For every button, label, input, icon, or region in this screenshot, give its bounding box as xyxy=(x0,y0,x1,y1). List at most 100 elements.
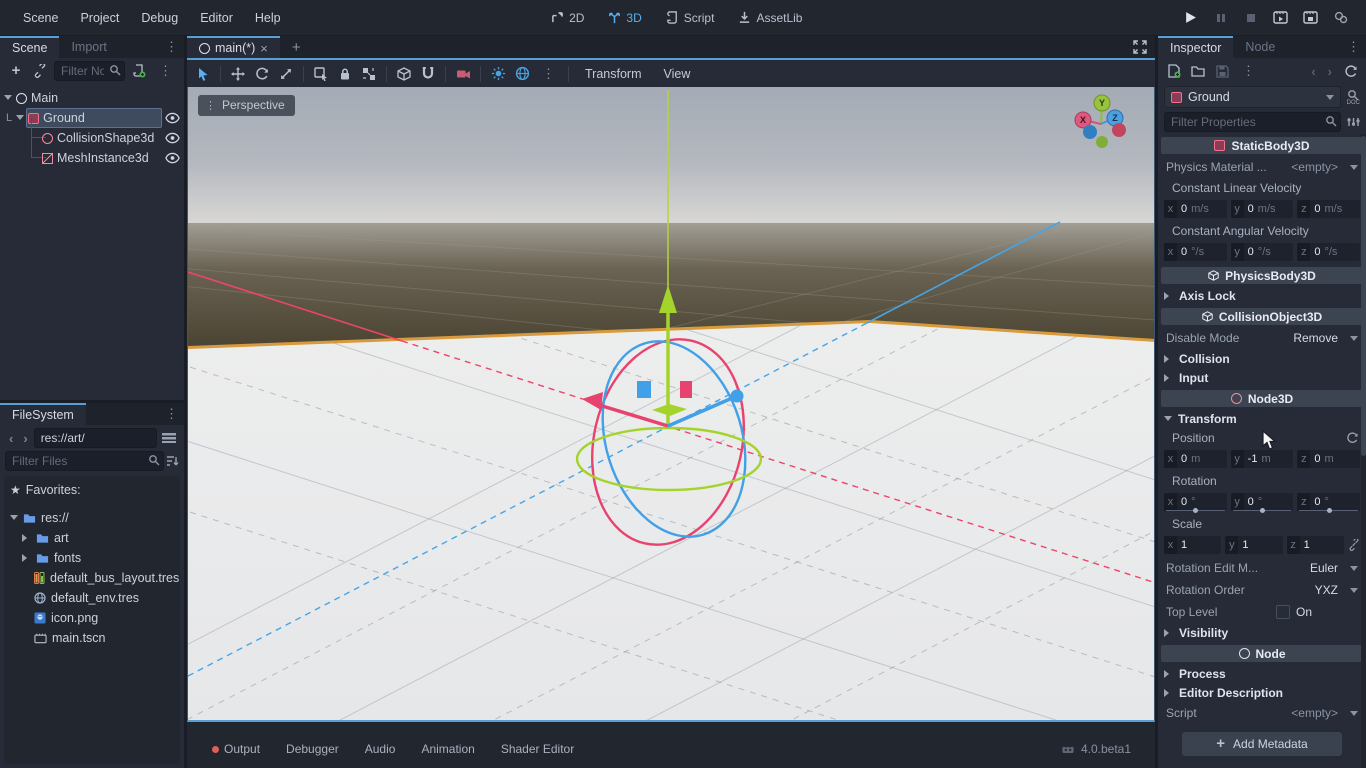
position-x-field[interactable]: x0m xyxy=(1164,450,1227,468)
property-top-level[interactable]: Top Level On xyxy=(1158,601,1366,623)
file-row-icon-png[interactable]: icon.png xyxy=(4,608,180,628)
snap-icon[interactable] xyxy=(418,64,438,84)
tab-inspector[interactable]: Inspector xyxy=(1158,36,1233,58)
menu-help[interactable]: Help xyxy=(244,11,292,25)
scale-z-field[interactable]: z1 xyxy=(1287,536,1344,554)
transform-menu[interactable]: Transform xyxy=(576,67,651,81)
object-selector[interactable]: Ground xyxy=(1164,86,1341,108)
scene-tree-menu-icon[interactable] xyxy=(153,63,178,79)
fold-transform-open[interactable]: Transform xyxy=(1158,409,1366,428)
select-tool-icon[interactable] xyxy=(193,64,213,84)
menu-debug[interactable]: Debug xyxy=(130,11,189,25)
tab-node[interactable]: Node xyxy=(1233,36,1287,58)
animation-button[interactable]: Animation xyxy=(408,742,487,756)
fold-axis-lock[interactable]: Axis Lock xyxy=(1158,286,1366,305)
cav-y-field[interactable]: y0°/s xyxy=(1231,243,1294,261)
position-z-field[interactable]: z0m xyxy=(1297,450,1360,468)
collapse-icon[interactable] xyxy=(4,95,12,104)
add-metadata-button[interactable]: + Add Metadata xyxy=(1182,732,1342,756)
property-disable-mode[interactable]: Disable Mode Remove xyxy=(1158,327,1366,349)
top-level-checkbox[interactable] xyxy=(1276,605,1290,619)
file-row-main-tscn[interactable]: main.tscn xyxy=(4,628,180,648)
pause-button[interactable] xyxy=(1212,9,1230,27)
property-tools-icon[interactable] xyxy=(1347,116,1360,128)
history-icon[interactable] xyxy=(1340,61,1360,81)
tab-main-scene[interactable]: main(*) × xyxy=(187,36,280,58)
load-resource-icon[interactable] xyxy=(1188,61,1208,81)
axis-navigation-gizmo[interactable]: Y X Z xyxy=(1056,93,1146,167)
fold-visibility[interactable]: Visibility xyxy=(1158,623,1366,642)
camera-preview-icon[interactable] xyxy=(453,64,473,84)
debugger-button[interactable]: Debugger xyxy=(273,742,352,756)
move-tool-icon[interactable] xyxy=(228,64,248,84)
scale-x-field[interactable]: x1 xyxy=(1164,536,1221,554)
play-custom-scene-button[interactable] xyxy=(1302,9,1320,27)
position-y-field[interactable]: y-1m xyxy=(1231,450,1294,468)
slider-knob[interactable] xyxy=(1260,508,1265,513)
fold-editor-description[interactable]: Editor Description xyxy=(1158,683,1366,702)
list-select-icon[interactable] xyxy=(311,64,331,84)
rotate-tool-icon[interactable] xyxy=(252,64,272,84)
perspective-button[interactable]: Perspective xyxy=(198,95,295,116)
close-tab-icon[interactable]: × xyxy=(260,41,268,56)
viewport-3d[interactable]: Perspective Y X Z xyxy=(187,87,1155,722)
resource-options-icon[interactable] xyxy=(1236,63,1261,79)
fold-input[interactable]: Input xyxy=(1158,368,1366,387)
menu-editor[interactable]: Editor xyxy=(189,11,244,25)
workspace-3d-button[interactable]: 3D xyxy=(600,8,649,28)
inspector-menu-icon[interactable] xyxy=(1341,39,1366,55)
tree-row-collisionshape3d[interactable]: CollisionShape3d xyxy=(0,128,184,148)
fold-collision[interactable]: Collision xyxy=(1158,349,1366,368)
property-script[interactable]: Script <empty> xyxy=(1158,702,1366,724)
history-back-icon[interactable]: ‹ xyxy=(1307,64,1319,79)
scale-tool-icon[interactable] xyxy=(276,64,296,84)
inspector-scrollbar[interactable] xyxy=(1361,134,1366,768)
category-node[interactable]: Node xyxy=(1161,645,1363,662)
menu-scene[interactable]: Scene xyxy=(12,11,69,25)
filter-files-input[interactable] xyxy=(5,451,164,471)
category-node3d[interactable]: Node3D xyxy=(1161,390,1363,407)
expand-icon[interactable] xyxy=(22,534,31,542)
play-scene-button[interactable] xyxy=(1272,9,1290,27)
view-menu[interactable]: View xyxy=(655,67,700,81)
clv-z-field[interactable]: z0m/s xyxy=(1297,200,1360,218)
attach-script-icon[interactable] xyxy=(129,61,149,81)
fold-process[interactable]: Process xyxy=(1158,664,1366,683)
group-icon[interactable] xyxy=(359,64,379,84)
workspace-script-button[interactable]: Script xyxy=(658,8,723,28)
expand-icon[interactable] xyxy=(22,554,31,562)
new-resource-icon[interactable] xyxy=(1164,61,1184,81)
history-forward-icon[interactable]: › xyxy=(1324,64,1336,79)
cav-x-field[interactable]: x0°/s xyxy=(1164,243,1227,261)
visibility-eye-icon[interactable] xyxy=(165,152,180,164)
clv-x-field[interactable]: x0m/s xyxy=(1164,200,1227,218)
rotation-y-field[interactable]: y0° xyxy=(1231,493,1294,511)
movie-maker-icon[interactable] xyxy=(1332,9,1350,27)
property-rotation-order[interactable]: Rotation Order YXZ xyxy=(1158,579,1366,601)
revert-icon[interactable] xyxy=(1346,432,1358,444)
property-physics-material[interactable]: Physics Material ... <empty> xyxy=(1158,156,1366,178)
view-options-icon[interactable] xyxy=(536,66,561,82)
instantiate-scene-button[interactable] xyxy=(30,61,50,81)
play-button[interactable] xyxy=(1182,9,1200,27)
scene-dock-menu-icon[interactable] xyxy=(159,39,184,55)
add-node-button[interactable]: + xyxy=(6,61,26,81)
slider-knob[interactable] xyxy=(1327,508,1332,513)
nav-back-icon[interactable]: ‹ xyxy=(5,431,17,446)
preview-environment-icon[interactable] xyxy=(512,64,532,84)
filesystem-menu-icon[interactable] xyxy=(159,406,184,422)
clv-y-field[interactable]: y0m/s xyxy=(1231,200,1294,218)
preview-sun-icon[interactable] xyxy=(488,64,508,84)
file-row-bus-layout[interactable]: default_bus_layout.tres xyxy=(4,568,180,588)
stop-button[interactable] xyxy=(1242,9,1260,27)
tab-filesystem[interactable]: FileSystem xyxy=(0,403,86,425)
category-collisionobject3d[interactable]: CollisionObject3D xyxy=(1161,308,1363,325)
local-space-icon[interactable] xyxy=(394,64,414,84)
audio-button[interactable]: Audio xyxy=(352,742,409,756)
rotation-z-field[interactable]: z0° xyxy=(1297,493,1360,511)
tab-scene[interactable]: Scene xyxy=(0,36,59,58)
file-row-fonts[interactable]: fonts xyxy=(4,548,180,568)
slider-knob[interactable] xyxy=(1193,508,1198,513)
nav-forward-icon[interactable]: › xyxy=(19,431,31,446)
lock-icon[interactable] xyxy=(335,64,355,84)
